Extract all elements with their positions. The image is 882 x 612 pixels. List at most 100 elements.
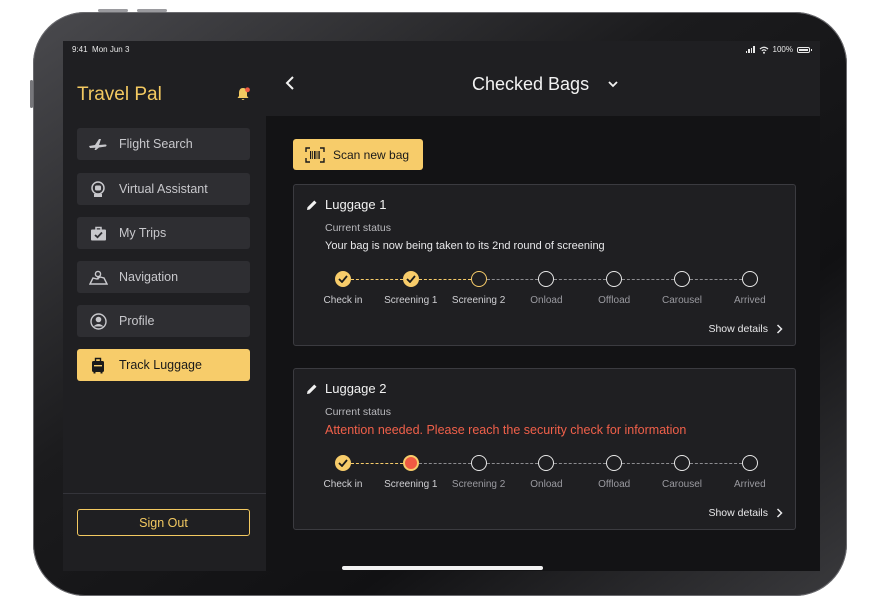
error-dot-icon	[402, 455, 419, 471]
screen: 9:41 Mon Jun 3 100% Travel Pal Flight Se	[63, 41, 820, 571]
tracker-step-label: Onload	[530, 295, 563, 306]
tracker-step: Onload	[511, 271, 581, 306]
sidebar-item-virtual-assistant[interactable]: Virtual Assistant	[77, 173, 250, 205]
tracker-step-label: Screening 2	[451, 479, 506, 490]
volume-button	[137, 9, 167, 12]
battery-icon	[797, 46, 812, 53]
check-icon	[335, 271, 351, 287]
tracker-step: Offload	[579, 455, 649, 490]
chevron-right-icon	[776, 324, 783, 334]
barcode-scan-icon	[305, 146, 325, 163]
tracker-step-label: Carousel	[661, 479, 703, 490]
step-dot-icon	[674, 455, 690, 471]
tracker-step: Carousel	[647, 455, 717, 490]
scan-new-bag-button[interactable]: Scan new bag	[293, 139, 423, 170]
tracker-step: Arrived	[715, 271, 785, 306]
luggage-card-2: Luggage 2 Current status Attention neede…	[293, 368, 796, 530]
step-dot-icon	[538, 271, 555, 287]
notification-bell-icon[interactable]	[235, 86, 251, 102]
status-time: 9:41 Mon Jun 3	[72, 45, 130, 54]
tracker-step-label: Check in	[323, 479, 363, 490]
progress-tracker: Check in Screening 1 Screening 2 Onload Offl…	[294, 455, 797, 505]
step-dot-icon	[741, 271, 758, 287]
luggage-title: Luggage 1	[306, 197, 386, 212]
airplane-icon	[87, 135, 109, 153]
sidebar-item-flight-search[interactable]: Flight Search	[77, 128, 250, 160]
signal-icon	[745, 46, 755, 53]
status-message: Your bag is now being taken to its 2nd r…	[325, 240, 605, 252]
step-dot-icon	[538, 455, 555, 471]
volume-button	[98, 9, 128, 12]
luggage-icon	[87, 356, 109, 374]
tracker-step-label: Offload	[598, 295, 631, 306]
luggage-title: Luggage 2	[306, 381, 386, 396]
map-icon	[87, 268, 109, 286]
progress-tracker: Check in Screening 1 Screening 2 Onload Offl…	[294, 271, 797, 321]
step-dot-icon	[674, 271, 690, 287]
tracker-step: Onload	[511, 455, 581, 490]
show-details-link[interactable]: Show details	[708, 507, 783, 519]
tracker-step: Screening 1	[376, 455, 446, 490]
tracker-step-label: Onload	[530, 479, 563, 490]
chevron-down-icon[interactable]	[607, 79, 619, 89]
chevron-right-icon	[776, 508, 783, 518]
sign-out-button[interactable]: Sign Out	[77, 509, 250, 536]
status-indicators: 100%	[745, 45, 812, 54]
tracker-step: Screening 2	[444, 271, 514, 306]
user-icon	[87, 312, 109, 330]
main-content: Checked Bags Scan new bag Luggage 1 Curr…	[266, 41, 820, 571]
power-button	[30, 80, 33, 108]
current-status-label: Current status	[325, 406, 391, 418]
battery-percent: 100%	[772, 45, 793, 54]
sidebar-item-label: Profile	[119, 314, 155, 328]
scan-button-label: Scan new bag	[333, 147, 410, 162]
tracker-step: Screening 1	[376, 271, 446, 306]
sidebar-item-label: Virtual Assistant	[119, 182, 208, 196]
step-dot-icon	[470, 271, 487, 287]
tracker-step: Offload	[579, 271, 649, 306]
sidebar: Travel Pal Flight Search Virtual Assista…	[63, 41, 266, 571]
sidebar-item-label: Navigation	[119, 270, 179, 284]
edit-pencil-icon[interactable]	[306, 199, 318, 211]
sidebar-divider	[63, 493, 266, 494]
tracker-step-label: Arrived	[733, 479, 766, 490]
status-bar: 9:41 Mon Jun 3 100%	[63, 41, 820, 57]
sidebar-item-my-trips[interactable]: My Trips	[77, 217, 250, 249]
sidebar-item-track-luggage[interactable]: Track Luggage	[77, 349, 250, 381]
back-arrow-icon[interactable]	[284, 75, 296, 91]
step-dot-icon	[606, 455, 623, 471]
status-alert-message: Attention needed. Please reach the secur…	[325, 423, 687, 437]
assistant-icon	[87, 180, 109, 198]
briefcase-icon	[87, 224, 109, 242]
tracker-step: Screening 2	[444, 455, 514, 490]
luggage-card-1: Luggage 1 Current status Your bag is now…	[293, 184, 796, 346]
sidebar-item-navigation[interactable]: Navigation	[77, 261, 250, 293]
tracker-step-label: Arrived	[733, 295, 766, 306]
tracker-step: Check in	[308, 455, 378, 490]
step-dot-icon	[741, 455, 758, 471]
check-icon	[335, 455, 351, 471]
tracker-step: Carousel	[647, 271, 717, 306]
wifi-icon	[759, 46, 768, 54]
tracker-step-label: Screening 1	[384, 295, 438, 306]
current-status-label: Current status	[325, 222, 391, 234]
tracker-step: Arrived	[715, 455, 785, 490]
check-icon	[402, 271, 419, 287]
tracker-step-label: Screening 2	[451, 295, 506, 306]
step-dot-icon	[470, 455, 487, 471]
home-indicator[interactable]	[342, 566, 543, 570]
sidebar-item-label: Track Luggage	[119, 358, 202, 372]
sidebar-item-label: My Trips	[119, 226, 167, 240]
tracker-step-label: Screening 1	[384, 479, 438, 490]
sidebar-item-label: Flight Search	[119, 137, 193, 151]
tracker-step-label: Check in	[323, 295, 363, 306]
step-dot-icon	[606, 271, 623, 287]
tracker-step-label: Offload	[598, 479, 631, 490]
tracker-step: Check in	[308, 271, 378, 306]
edit-pencil-icon[interactable]	[306, 383, 318, 395]
show-details-link[interactable]: Show details	[708, 323, 783, 335]
app-brand: Travel Pal	[77, 84, 162, 105]
tracker-step-label: Carousel	[661, 295, 703, 306]
sidebar-item-profile[interactable]: Profile	[77, 305, 250, 337]
page-title: Checked Bags	[472, 74, 590, 94]
